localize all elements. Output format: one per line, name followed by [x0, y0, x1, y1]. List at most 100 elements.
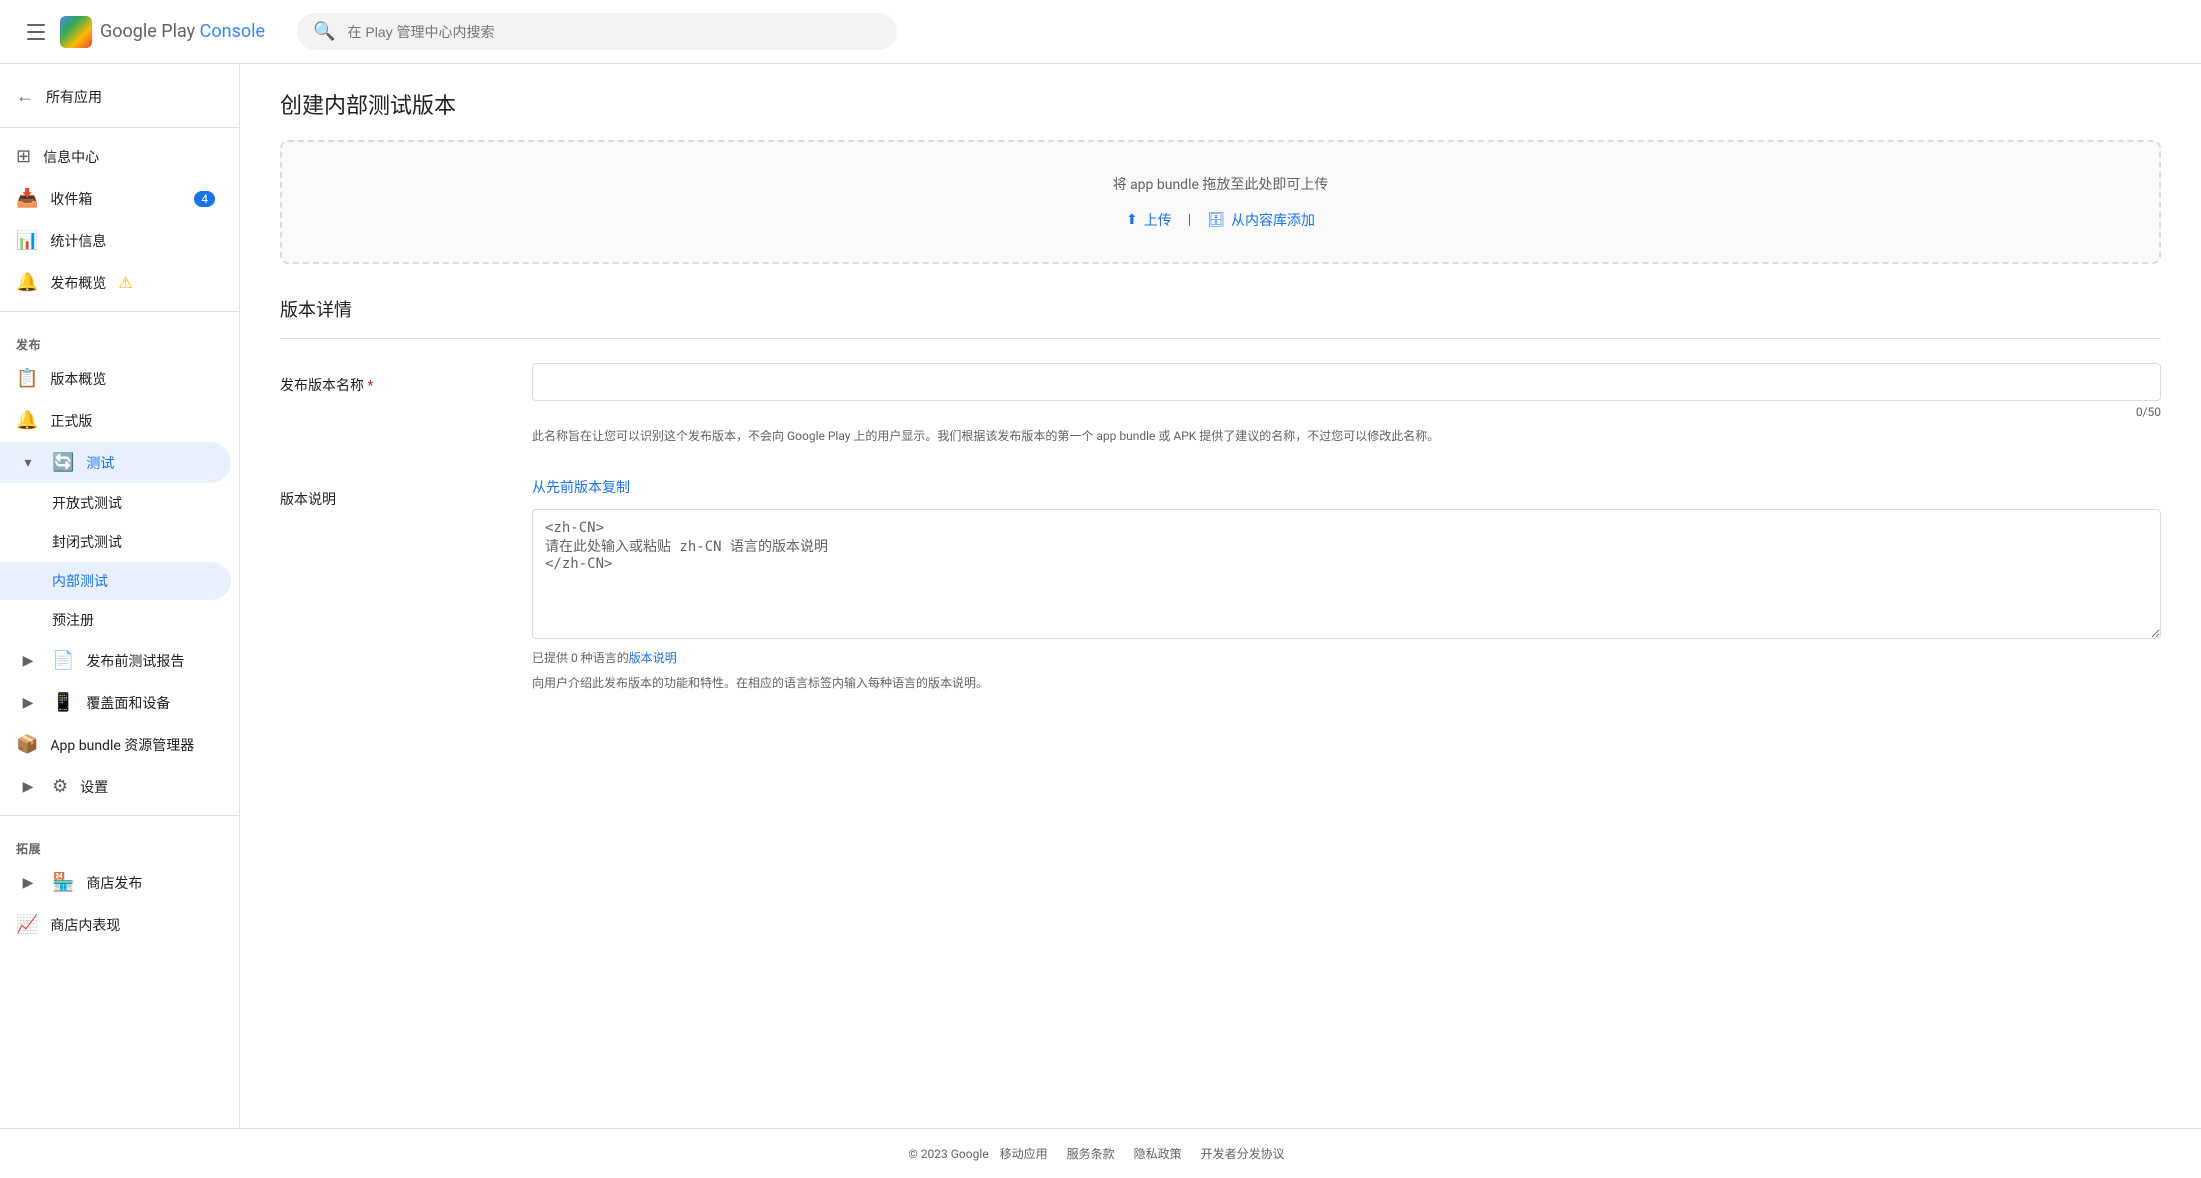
- sidebar-item-inbox[interactable]: 📥 收件箱 4: [0, 178, 231, 219]
- release-notes-status: 已提供 0 种语言的版本说明: [532, 649, 2161, 666]
- bundle-icon: 📦: [16, 734, 38, 755]
- release-name-label-col: 发布版本名称 *: [280, 363, 500, 445]
- footer-link-terms[interactable]: 服务条款: [1067, 1147, 1115, 1161]
- publish-icon: 🔔: [16, 272, 38, 293]
- sidebar-item-label: 测试: [86, 453, 114, 473]
- expand-icon4: ▶: [16, 875, 40, 891]
- app-title: Google Play Console: [100, 21, 265, 42]
- sidebar-item-version-overview[interactable]: 📋 版本概览: [0, 358, 231, 399]
- upload-button[interactable]: ⬆ 上传: [1126, 210, 1172, 230]
- upload-actions: ⬆ 上传 | 🗄 从内容库添加: [314, 210, 2127, 230]
- sidebar-item-label: 商店发布: [86, 873, 142, 893]
- sidebar-item-label: 统计信息: [50, 231, 106, 251]
- sidebar-item-dashboard[interactable]: ⊞ 信息中心: [0, 136, 231, 177]
- library-label: 从内容库添加: [1231, 210, 1315, 230]
- warning-icon: ⚠: [118, 273, 132, 292]
- main-content: 创建内部测试版本 将 app bundle 拖放至此处即可上传 ⬆ 上传 | 🗄…: [240, 64, 2201, 1128]
- footer-link-developer[interactable]: 开发者分发协议: [1201, 1147, 1285, 1161]
- sidebar-sub-item-label: 预注册: [52, 610, 94, 630]
- header: Google Play Console 🔍: [0, 0, 2201, 64]
- version-icon: 📋: [16, 368, 38, 389]
- upload-label: 上传: [1144, 210, 1172, 230]
- release-notes-label-col: 版本说明: [280, 477, 500, 692]
- app-logo: Google Play Console: [60, 16, 265, 48]
- sidebar-item-coverage-devices[interactable]: ▶ 📱 覆盖面和设备: [0, 682, 231, 723]
- upload-area: 将 app bundle 拖放至此处即可上传 ⬆ 上传 | 🗄 从内容库添加: [280, 140, 2161, 264]
- library-button[interactable]: 🗄 从内容库添加: [1207, 210, 1315, 230]
- search-icon: 🔍: [313, 21, 335, 42]
- release-name-label: 发布版本名称 *: [280, 375, 500, 395]
- arrow-back-icon: ←: [16, 86, 34, 107]
- inbox-badge: 4: [194, 191, 215, 207]
- release-name-char-count: 0/50: [532, 405, 2161, 419]
- sidebar-item-label: App bundle 资源管理器: [50, 735, 194, 755]
- search-bar[interactable]: 🔍: [297, 13, 897, 50]
- sidebar-item-stats[interactable]: 📊 统计信息: [0, 220, 231, 261]
- footer-link-mobile[interactable]: 移动应用: [1000, 1147, 1048, 1161]
- back-to-all-apps[interactable]: ← 所有应用: [0, 74, 231, 119]
- sidebar-item-app-bundle[interactable]: 📦 App bundle 资源管理器: [0, 724, 231, 765]
- sidebar-sub-item-pre-register[interactable]: 预注册: [0, 601, 231, 639]
- settings-icon: ⚙: [52, 776, 68, 797]
- sidebar-item-pre-launch-report[interactable]: ▶ 📄 发布前测试报告: [0, 640, 231, 681]
- chart-icon: 📊: [16, 230, 38, 251]
- expand-icon2: ▶: [16, 695, 40, 711]
- sidebar-item-settings[interactable]: ▶ ⚙ 设置: [0, 766, 231, 807]
- store-icon: 🏪: [52, 872, 74, 893]
- sidebar-sub-item-label: 封闭式测试: [52, 532, 122, 552]
- sidebar-sub-item-label: 内部测试: [52, 571, 108, 591]
- expand-prefix: ▾: [16, 455, 40, 471]
- sidebar-item-store-publish[interactable]: ▶ 🏪 商店发布: [0, 862, 231, 903]
- sidebar-item-label: 版本概览: [50, 369, 106, 389]
- sidebar-section-publish: 发布: [0, 320, 239, 357]
- shield-icon: 🔔: [16, 410, 38, 431]
- sidebar-sub-item-internal-test[interactable]: 内部测试: [0, 562, 231, 600]
- upload-icon: ⬆: [1126, 212, 1138, 228]
- copy-from-prev-link[interactable]: 从先前版本复制: [532, 477, 630, 497]
- upload-separator: |: [1188, 212, 1191, 228]
- sidebar-item-testing[interactable]: ▾ 🔄 测试: [0, 442, 231, 483]
- release-name-field-col: 0/50 此名称旨在让您可以识别这个发布版本，不会向 Google Play 上…: [532, 363, 2161, 445]
- release-name-row: 发布版本名称 * 0/50 此名称旨在让您可以识别这个发布版本，不会向 Goog…: [280, 363, 2161, 445]
- sidebar-item-label: 发布概览: [50, 273, 106, 293]
- grid-icon: ⊞: [16, 146, 31, 167]
- release-notes-label: 版本说明: [280, 489, 500, 509]
- testing-icon: 🔄: [52, 452, 74, 473]
- sidebar-item-label: 发布前测试报告: [86, 651, 184, 671]
- hamburger-icon: [23, 20, 49, 44]
- footer-link-privacy[interactable]: 隐私政策: [1134, 1147, 1182, 1161]
- page-title: 创建内部测试版本: [280, 88, 2161, 120]
- sidebar-sub-item-closed-test[interactable]: 封闭式测试: [0, 523, 231, 561]
- release-name-input[interactable]: [532, 363, 2161, 401]
- release-notes-desc: 向用户介绍此发布版本的功能和特性。在相应的语言标签内输入每种语言的版本说明。: [532, 674, 2161, 692]
- sidebar-item-store-display[interactable]: 📈 商店内表现: [0, 904, 231, 945]
- release-notes-textarea[interactable]: <zh-CN> 请在此处输入或粘贴 zh-CN 语言的版本说明 </zh-CN>: [532, 509, 2161, 639]
- search-input[interactable]: [348, 24, 882, 40]
- sidebar-section-extend: 拓展: [0, 824, 239, 861]
- inbox-icon: 📥: [16, 188, 38, 209]
- devices-icon: 📱: [52, 692, 74, 713]
- report-icon: 📄: [52, 650, 74, 671]
- sidebar-sub-item-open-test[interactable]: 开放式测试: [0, 484, 231, 522]
- expand-icon: ▶: [16, 653, 40, 669]
- release-details-title: 版本详情: [280, 296, 2161, 339]
- library-icon: 🗄: [1207, 212, 1225, 228]
- sidebar-item-label: 商店内表现: [50, 915, 120, 935]
- upload-hint: 将 app bundle 拖放至此处即可上传: [314, 174, 2127, 194]
- sidebar-item-label: 设置: [80, 777, 108, 797]
- layout: ← 所有应用 ⊞ 信息中心 📥 收件箱 4 📊 统计信息 🔔 发布概览 ⚠ 发布…: [0, 64, 2201, 1128]
- expand-icon3: ▶: [16, 779, 40, 795]
- sidebar-item-release[interactable]: 🔔 正式版: [0, 400, 231, 441]
- footer-copyright: © 2023 Google: [908, 1147, 988, 1161]
- sidebar-divider-publish: [0, 311, 239, 312]
- menu-button[interactable]: [16, 12, 56, 52]
- sidebar-item-label: 正式版: [50, 411, 92, 431]
- back-label: 所有应用: [46, 87, 102, 107]
- release-notes-row: 版本说明 从先前版本复制 <zh-CN> 请在此处输入或粘贴 zh-CN 语言的…: [280, 477, 2161, 692]
- release-name-hint: 此名称旨在让您可以识别这个发布版本，不会向 Google Play 上的用户显示…: [532, 427, 2161, 445]
- sidebar-divider-extend: [0, 815, 239, 816]
- play-logo-icon: [60, 16, 92, 48]
- sidebar-item-publish-overview[interactable]: 🔔 发布概览 ⚠: [0, 262, 231, 303]
- footer: © 2023 Google 移动应用 服务条款 隐私政策 开发者分发协议: [0, 1128, 2201, 1178]
- notes-status-link[interactable]: 版本说明: [629, 651, 677, 665]
